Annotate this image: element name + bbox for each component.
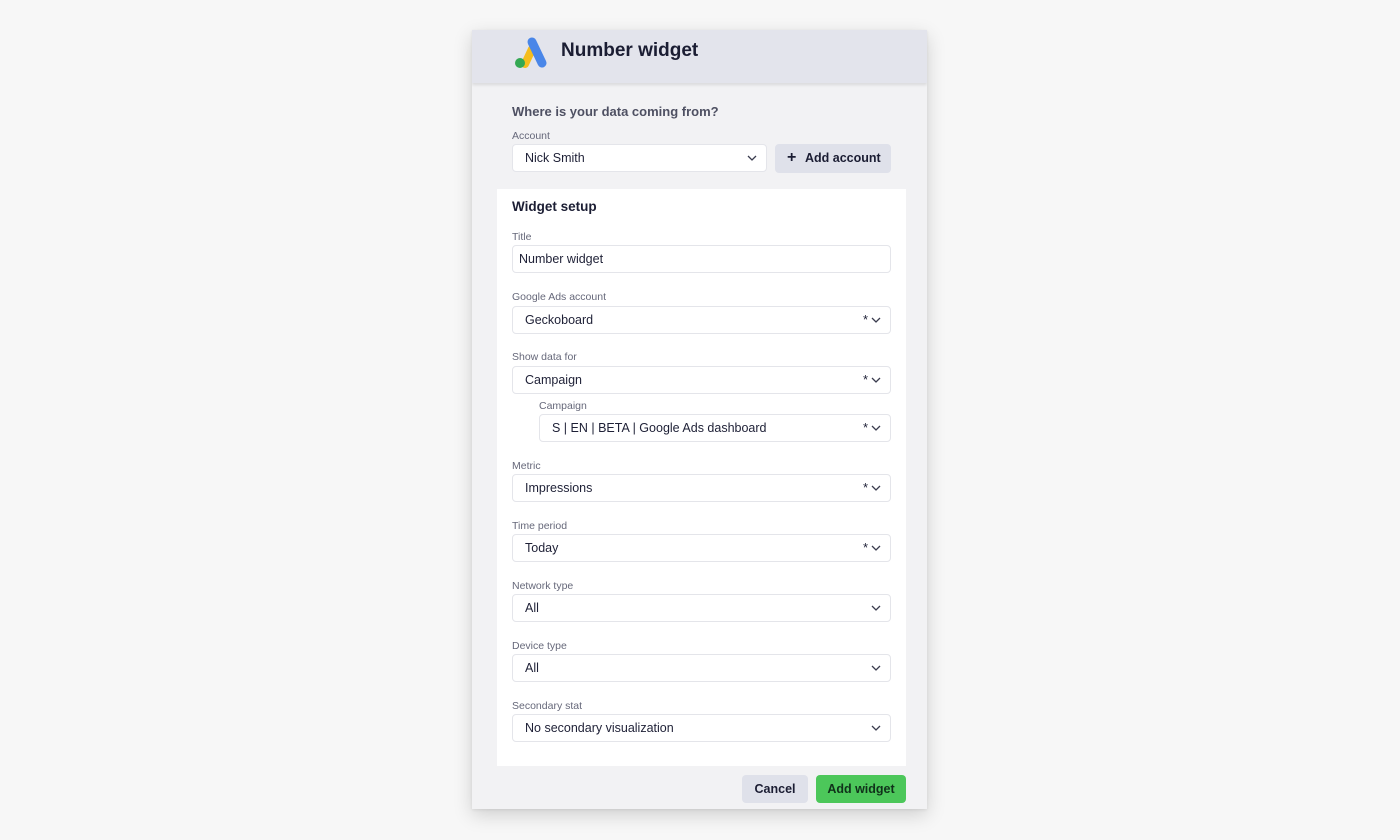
required-marker: * [862, 312, 868, 327]
chevron-down-icon [871, 545, 881, 551]
chevron-down-icon [871, 317, 881, 323]
time-period-value: Today [525, 541, 559, 555]
secondary-stat-select[interactable]: No secondary visualization [512, 714, 891, 742]
campaign-value: S | EN | BETA | Google Ads dashboard [552, 421, 767, 435]
campaign-label: Campaign [539, 400, 587, 412]
chevron-down-icon [871, 425, 881, 431]
google-ads-account-label: Google Ads account [512, 291, 606, 303]
device-type-select[interactable]: All [512, 654, 891, 682]
data-source-question: Where is your data coming from? [512, 104, 719, 119]
secondary-stat-label: Secondary stat [512, 700, 583, 712]
add-account-button[interactable]: + Add account [775, 144, 891, 173]
device-type-label: Device type [512, 640, 567, 652]
widget-setup-heading: Widget setup [512, 199, 597, 214]
widget-setup-panel: Widget setup Title Google Ads account Ge… [497, 189, 906, 766]
number-widget-dialog: Number widget Where is your data coming … [472, 30, 927, 809]
account-select[interactable]: Nick Smith [512, 144, 767, 172]
plus-icon: + [787, 149, 797, 166]
required-marker: * [862, 480, 868, 495]
device-type-value: All [525, 661, 539, 675]
cancel-button[interactable]: Cancel [742, 775, 808, 803]
required-marker: * [862, 372, 868, 387]
account-label: Account [512, 130, 550, 142]
required-marker: * [862, 540, 868, 555]
title-label: Title [512, 231, 532, 243]
metric-select[interactable]: Impressions * [512, 474, 891, 502]
metric-value: Impressions [525, 481, 593, 495]
campaign-select[interactable]: S | EN | BETA | Google Ads dashboard * [539, 414, 891, 442]
network-type-value: All [525, 601, 539, 615]
network-type-select[interactable]: All [512, 594, 891, 622]
google-ads-logo-icon [515, 37, 547, 68]
add-widget-button[interactable]: Add widget [816, 775, 906, 803]
chevron-down-icon [871, 725, 881, 731]
metric-label: Metric [512, 460, 541, 472]
dialog-header: Number widget [472, 30, 927, 83]
chevron-down-icon [871, 605, 881, 611]
dialog-title: Number widget [561, 40, 699, 61]
account-select-value: Nick Smith [525, 151, 585, 165]
secondary-stat-value: No secondary visualization [525, 721, 674, 735]
chevron-down-icon [871, 485, 881, 491]
google-ads-account-select[interactable]: Geckoboard * [512, 306, 891, 334]
title-input[interactable] [512, 245, 891, 273]
chevron-down-icon [747, 155, 757, 161]
chevron-down-icon [871, 665, 881, 671]
show-data-for-select[interactable]: Campaign * [512, 366, 891, 394]
add-account-label: Add account [805, 151, 881, 165]
required-marker: * [862, 420, 868, 435]
show-data-for-value: Campaign [525, 373, 582, 387]
time-period-label: Time period [512, 520, 568, 532]
google-ads-account-value: Geckoboard [525, 313, 594, 327]
time-period-select[interactable]: Today * [512, 534, 891, 562]
network-type-label: Network type [512, 580, 574, 592]
show-data-for-label: Show data for [512, 351, 577, 363]
chevron-down-icon [871, 377, 881, 383]
